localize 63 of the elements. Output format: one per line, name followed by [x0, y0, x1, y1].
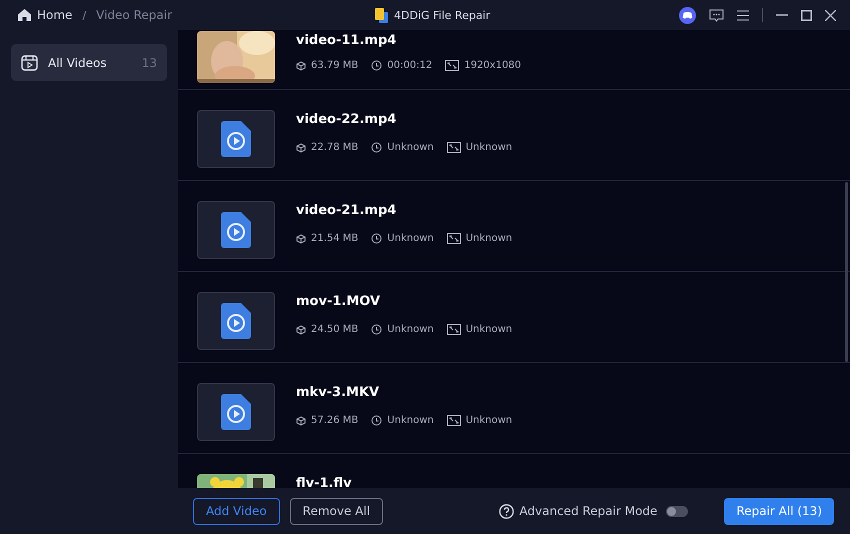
clock-icon	[371, 233, 382, 244]
app-logo-icon	[375, 8, 388, 22]
resolution-icon	[446, 324, 461, 335]
video-file-icon	[221, 212, 251, 248]
app-title: 4DDiG File Repair	[394, 8, 490, 22]
discord-icon[interactable]	[679, 6, 696, 24]
clock-icon	[371, 415, 382, 426]
resolution-icon	[446, 415, 461, 426]
cube-icon	[296, 60, 306, 70]
duration: 00:00:12	[387, 60, 432, 71]
file-size: 21.54 MB	[311, 233, 358, 244]
remove-all-button[interactable]: Remove All	[290, 498, 384, 524]
duration: Unknown	[387, 415, 434, 426]
clock-icon	[371, 142, 382, 153]
help-icon[interactable]	[499, 504, 514, 518]
minimize-icon[interactable]	[776, 14, 788, 16]
resolution-icon	[445, 60, 460, 71]
video-file-icon	[221, 121, 251, 157]
resolution: Unknown	[466, 415, 512, 426]
clock-icon	[371, 60, 382, 71]
resolution: Unknown	[466, 233, 512, 244]
close-icon[interactable]	[825, 10, 836, 20]
file-name: video-22.mp4	[296, 112, 398, 127]
file-size: 63.79 MB	[311, 60, 358, 71]
cube-icon	[296, 234, 306, 244]
advanced-mode-label: Advanced Repair Mode	[519, 504, 658, 518]
file-name: mkv-3.MKV	[296, 385, 380, 400]
add-video-button[interactable]: Add Video	[193, 498, 280, 524]
file-name: video-21.mp4	[296, 203, 398, 218]
file-name: flv-1.flv	[296, 476, 352, 488]
cube-icon	[296, 324, 306, 334]
duration: Unknown	[387, 324, 434, 335]
repair-all-button[interactable]: Repair All (13)	[724, 498, 834, 524]
resolution-icon	[446, 233, 461, 244]
cube-icon	[296, 142, 306, 152]
duration: Unknown	[387, 233, 434, 244]
maximize-icon[interactable]	[801, 10, 812, 20]
home-icon	[18, 9, 31, 21]
sidebar-label: All Videos	[48, 56, 107, 70]
clock-icon	[371, 324, 382, 335]
menu-icon[interactable]	[737, 10, 749, 20]
resolution: Unknown	[466, 142, 512, 153]
file-size: 22.78 MB	[311, 142, 358, 153]
resolution: Unknown	[466, 324, 512, 335]
cube-icon	[296, 416, 306, 426]
file-name: mov-1.MOV	[296, 294, 382, 309]
video-file-icon	[221, 303, 251, 339]
duration: Unknown	[387, 142, 434, 153]
file-name: video-11.mp4	[296, 33, 398, 48]
resolution-icon	[446, 142, 461, 153]
advanced-mode-toggle[interactable]	[666, 506, 688, 516]
breadcrumb-current: Video Repair	[96, 8, 172, 22]
scrollbar[interactable]	[845, 182, 848, 362]
file-size: 24.50 MB	[311, 324, 358, 335]
video-folder-icon	[21, 54, 38, 71]
sidebar-item[interactable]: All Videos 13	[11, 44, 167, 81]
video-file-icon	[221, 394, 251, 430]
home-link[interactable]: Home	[18, 8, 72, 22]
item-count: 13	[142, 56, 157, 70]
chat-icon[interactable]	[709, 8, 724, 22]
resolution: 1920x1080	[464, 60, 522, 71]
file-size: 57.26 MB	[311, 415, 358, 426]
breadcrumb-separator: /	[82, 8, 86, 22]
